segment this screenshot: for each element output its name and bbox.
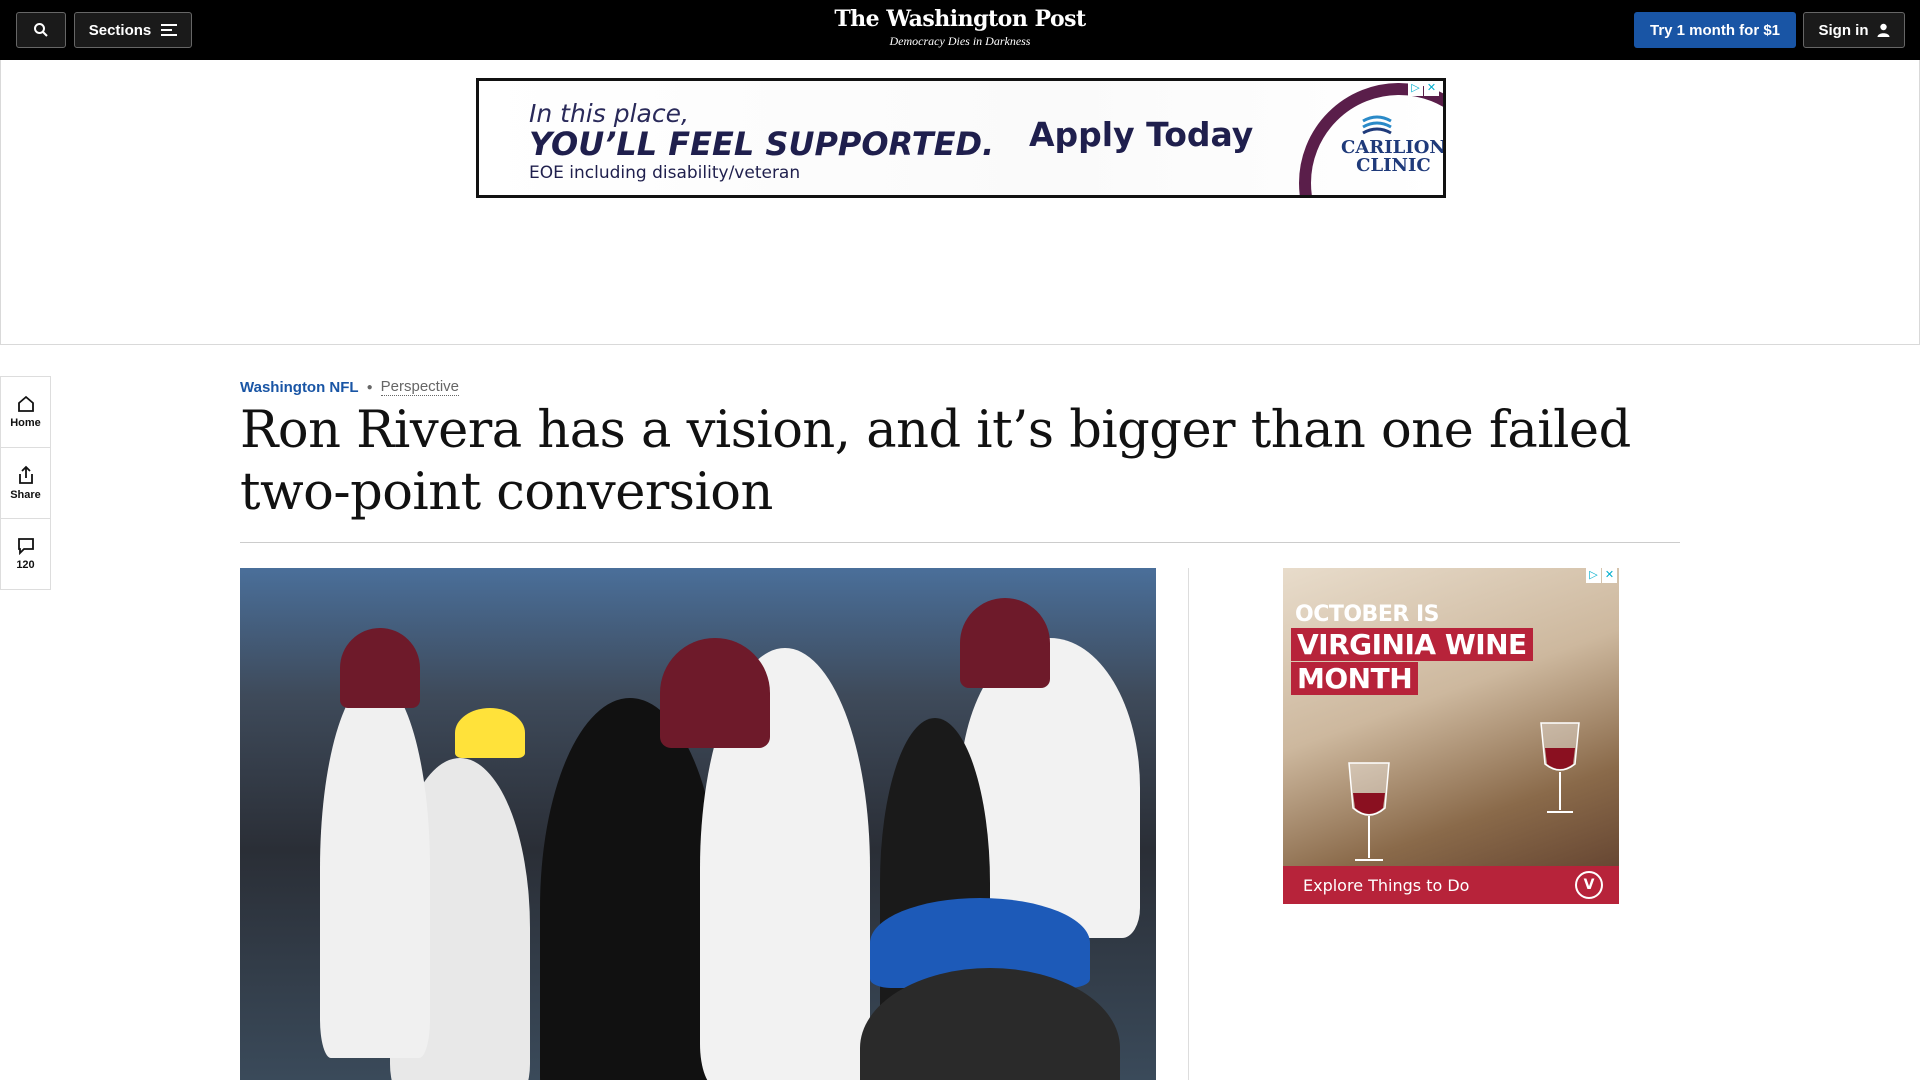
- logo-title: The Washington Post: [834, 6, 1086, 32]
- share-icon: [18, 465, 33, 484]
- wine-glass-icon: [1540, 722, 1580, 813]
- virginia-wine-logo: V: [1575, 871, 1603, 899]
- adchoices-icon: ▷: [1408, 81, 1423, 96]
- ad-brand: CARILION CLINIC: [1341, 139, 1443, 176]
- photo-helmet: [340, 628, 420, 708]
- photo-helmet: [660, 638, 770, 748]
- user-icon: [1877, 23, 1889, 37]
- comment-icon: [17, 538, 34, 555]
- ad-line-2: YOU’LL FEEL SUPPORTED.: [529, 125, 995, 163]
- site-logo[interactable]: The Washington Post Democracy Dies in Da…: [760, 6, 1160, 49]
- rail-home-label: Home: [10, 417, 41, 429]
- rail-share-label: Share: [10, 489, 41, 501]
- side-ad[interactable]: OCTOBER IS VIRGINIA WINE MONTH Explore T…: [1283, 568, 1619, 904]
- headline-divider: [240, 542, 1680, 543]
- left-rail: Home Share 120: [0, 376, 51, 590]
- signin-label: Sign in: [1818, 21, 1869, 39]
- search-icon: [34, 23, 48, 37]
- ad-cta: Apply Today: [1029, 115, 1254, 154]
- photo-cap: [455, 708, 525, 758]
- kicker-separator: ●: [366, 381, 373, 393]
- menu-icon: [161, 24, 178, 36]
- article-headline: Ron Rivera has a vision, and it’s bigger…: [240, 401, 1631, 522]
- close-icon[interactable]: ✕: [1424, 81, 1439, 96]
- adchoices[interactable]: ▷ ✕: [1408, 81, 1439, 96]
- photo-helmet: [960, 598, 1050, 688]
- column-divider: [1188, 568, 1189, 1080]
- side-ad-line-3: MONTH: [1291, 662, 1419, 695]
- search-button[interactable]: [16, 12, 66, 48]
- close-icon[interactable]: ✕: [1602, 568, 1617, 583]
- signin-button[interactable]: Sign in: [1803, 12, 1905, 48]
- wine-glass-icon: [1348, 762, 1390, 861]
- section-link[interactable]: Washington NFL: [240, 379, 359, 396]
- rail-home-button[interactable]: Home: [0, 376, 51, 448]
- subscribe-button[interactable]: Try 1 month for $1: [1634, 12, 1796, 48]
- side-ad-line-2: VIRGINIA WINE: [1291, 628, 1533, 661]
- logo-tagline: Democracy Dies in Darkness: [889, 34, 1031, 48]
- sections-button[interactable]: Sections: [74, 12, 192, 48]
- rail-comments-button[interactable]: 120: [0, 518, 51, 590]
- side-adchoices[interactable]: ▷ ✕: [1586, 568, 1617, 583]
- side-ad-cta: Explore Things to Do: [1303, 875, 1470, 895]
- sections-label: Sections: [88, 21, 152, 39]
- side-ad-footer[interactable]: Explore Things to Do V: [1283, 866, 1619, 904]
- rail-share-button[interactable]: Share: [0, 447, 51, 519]
- ad-line-1: In this place,: [529, 99, 689, 128]
- perspective-label[interactable]: Perspective: [380, 378, 460, 396]
- top-ad-zone: In this place, YOU’LL FEEL SUPPORTED. EO…: [0, 60, 1920, 345]
- side-ad-line-1: OCTOBER IS: [1295, 602, 1439, 627]
- lead-photo[interactable]: [240, 568, 1156, 1080]
- adchoices-icon: ▷: [1586, 568, 1601, 583]
- home-icon: [17, 395, 34, 412]
- article-kicker: Washington NFL ● Perspective: [240, 378, 460, 396]
- top-nav: Sections The Washington Post Democracy D…: [0, 0, 1920, 60]
- photo-figure: [320, 678, 430, 1058]
- clinic-logo-icon: [1362, 115, 1392, 135]
- ad-line-3: EOE including disability/veteran: [529, 163, 801, 183]
- photo-figure: [540, 698, 720, 1080]
- rail-comments-count: 120: [16, 559, 35, 571]
- ad-brand-line-2: CLINIC: [1356, 155, 1431, 176]
- top-banner-ad[interactable]: In this place, YOU’LL FEEL SUPPORTED. EO…: [476, 78, 1446, 198]
